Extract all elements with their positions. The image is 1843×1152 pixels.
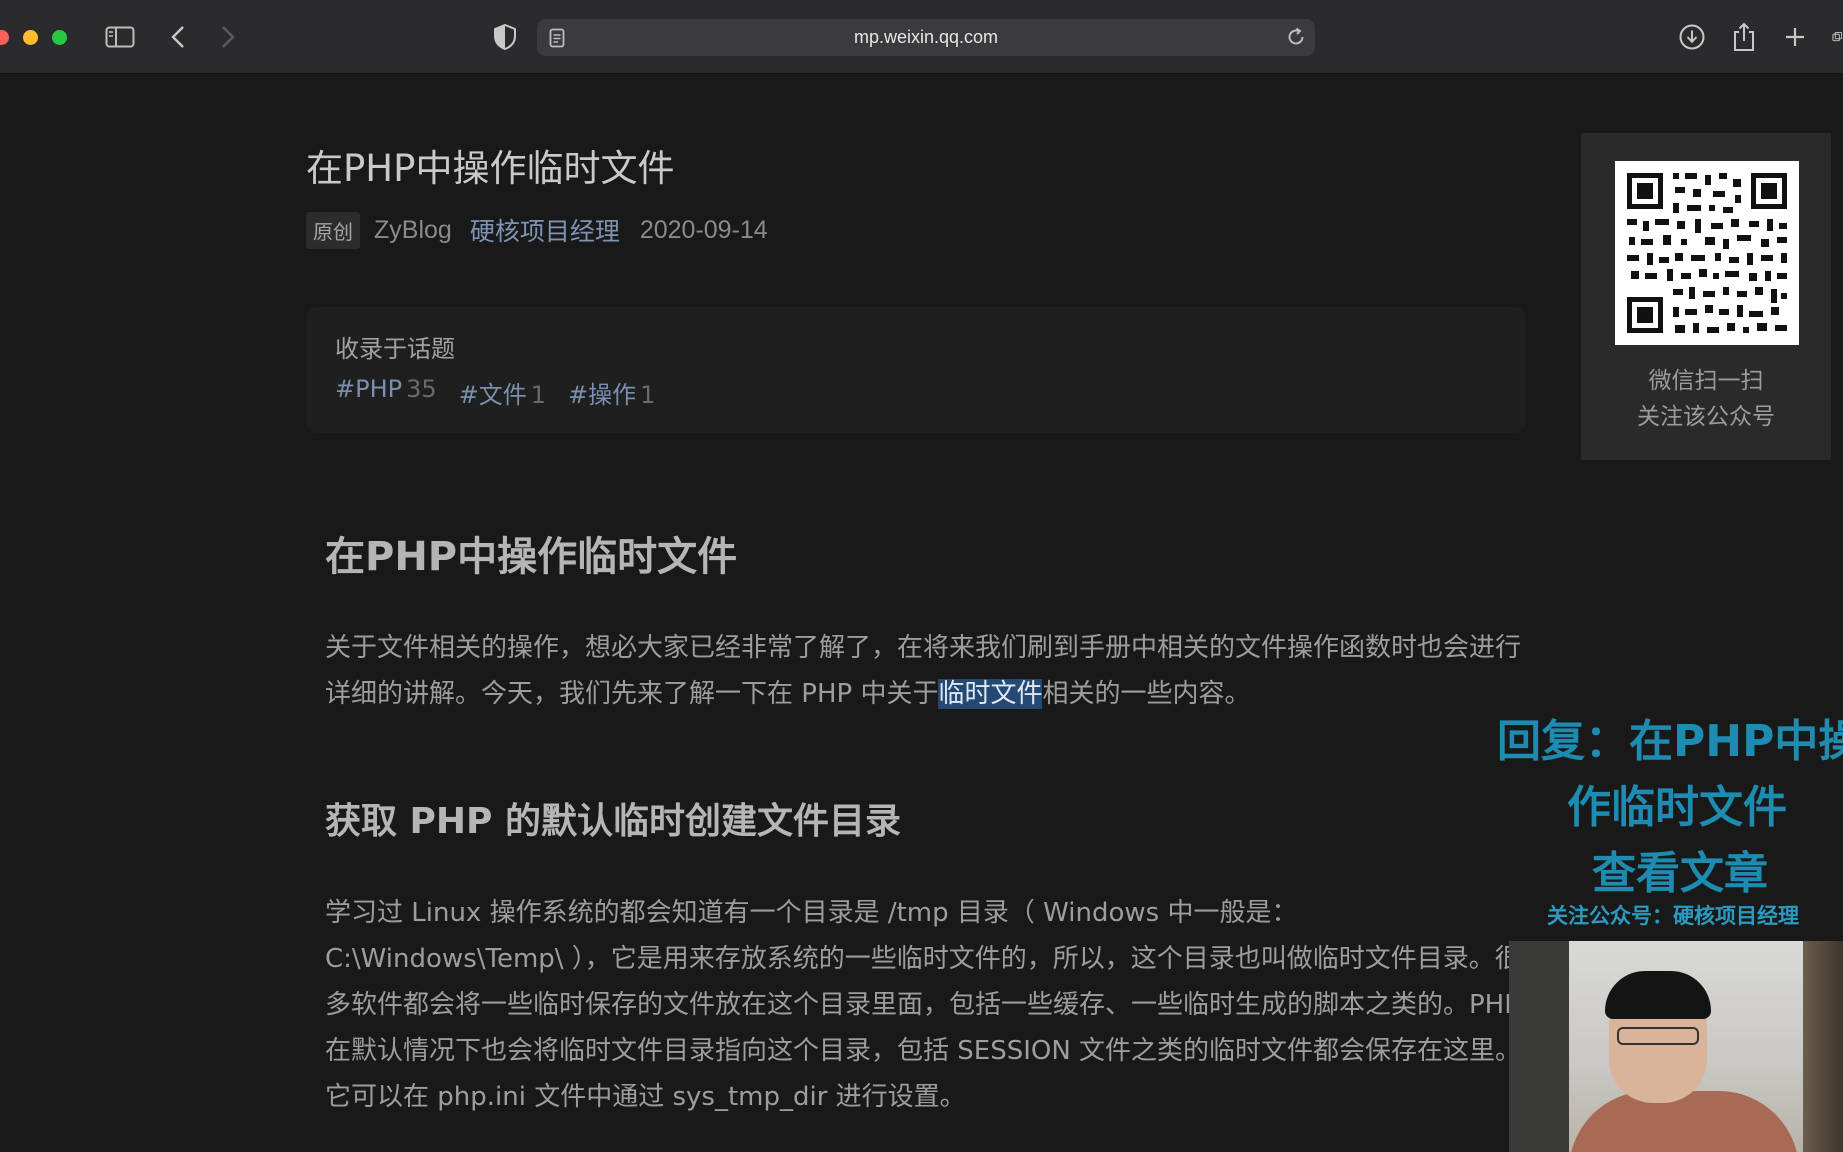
new-tab-icon[interactable] bbox=[1782, 22, 1808, 52]
promo-reply-line1: 回复：在PHP中操 bbox=[1497, 716, 1843, 767]
webcam-video bbox=[1509, 941, 1843, 1152]
back-icon[interactable] bbox=[166, 22, 190, 52]
url-text: mp.weixin.qq.com bbox=[853, 27, 999, 47]
topic-tag-php[interactable]: #PHP 35 bbox=[335, 375, 437, 410]
sidebar-toggle-icon[interactable] bbox=[104, 22, 136, 52]
section-heading-1: 在PHP中操作临时文件 bbox=[325, 534, 738, 580]
publish-date: 2020-09-14 bbox=[639, 215, 768, 244]
qr-code-image bbox=[1615, 161, 1799, 345]
topic-label: 收录于话题 bbox=[335, 335, 455, 363]
qr-code-panel: 微信扫一扫 关注该公众号 bbox=[1581, 133, 1831, 460]
topic-collection-box: 收录于话题 #PHP 35 #文件 1 #操作 1 bbox=[307, 307, 1525, 433]
browser-toolbar: mp.weixin.qq.com bbox=[0, 0, 1843, 74]
privacy-shield-icon[interactable] bbox=[492, 22, 518, 52]
promo-reply-line2: 作临时文件 bbox=[1567, 782, 1787, 833]
author-name: ZyBlog bbox=[374, 215, 452, 244]
promo-follow-text: 关注公众号：硬核项目经理 bbox=[1547, 904, 1799, 928]
qr-caption-line1: 微信扫一扫 bbox=[1648, 368, 1764, 394]
topic-tag-operation[interactable]: #操作 1 bbox=[568, 375, 655, 410]
original-badge: 原创 bbox=[306, 211, 360, 249]
intro-paragraph: 关于文件相关的操作，想必大家已经非常了解了，在将来我们刷到手册中相关的文件操作函… bbox=[325, 633, 1522, 709]
topic-tag-file[interactable]: #文件 1 bbox=[459, 375, 546, 410]
zoom-window-button[interactable] bbox=[52, 30, 67, 45]
reload-icon[interactable] bbox=[1285, 26, 1307, 52]
downloads-icon[interactable] bbox=[1677, 22, 1707, 52]
promo-reply-line3: 查看文章 bbox=[1592, 848, 1768, 899]
forward-icon[interactable] bbox=[216, 22, 240, 52]
selected-text: 临时文件 bbox=[938, 679, 1043, 709]
tab-overview-icon[interactable] bbox=[1832, 22, 1843, 52]
minimize-window-button[interactable] bbox=[23, 30, 38, 45]
account-link[interactable]: 硬核项目经理 bbox=[470, 212, 620, 248]
article-title: 在PHP中操作临时文件 bbox=[306, 147, 675, 190]
article-meta: 原创 ZyBlog 硬核项目经理 2020-09-14 bbox=[306, 211, 768, 249]
temp-dir-paragraph: 学习过 Linux 操作系统的都会知道有一个目录是 /tmp 目录（ Windo… bbox=[325, 898, 1522, 1112]
section-heading-2: 获取 PHP 的默认临时创建文件目录 bbox=[325, 801, 901, 842]
qr-caption-line2: 关注该公众号 bbox=[1637, 404, 1775, 430]
share-icon[interactable] bbox=[1730, 22, 1758, 52]
close-window-button[interactable] bbox=[0, 30, 9, 45]
address-bar[interactable]: mp.weixin.qq.com bbox=[537, 19, 1315, 56]
topic-tags: #PHP 35 #文件 1 #操作 1 bbox=[335, 375, 677, 410]
